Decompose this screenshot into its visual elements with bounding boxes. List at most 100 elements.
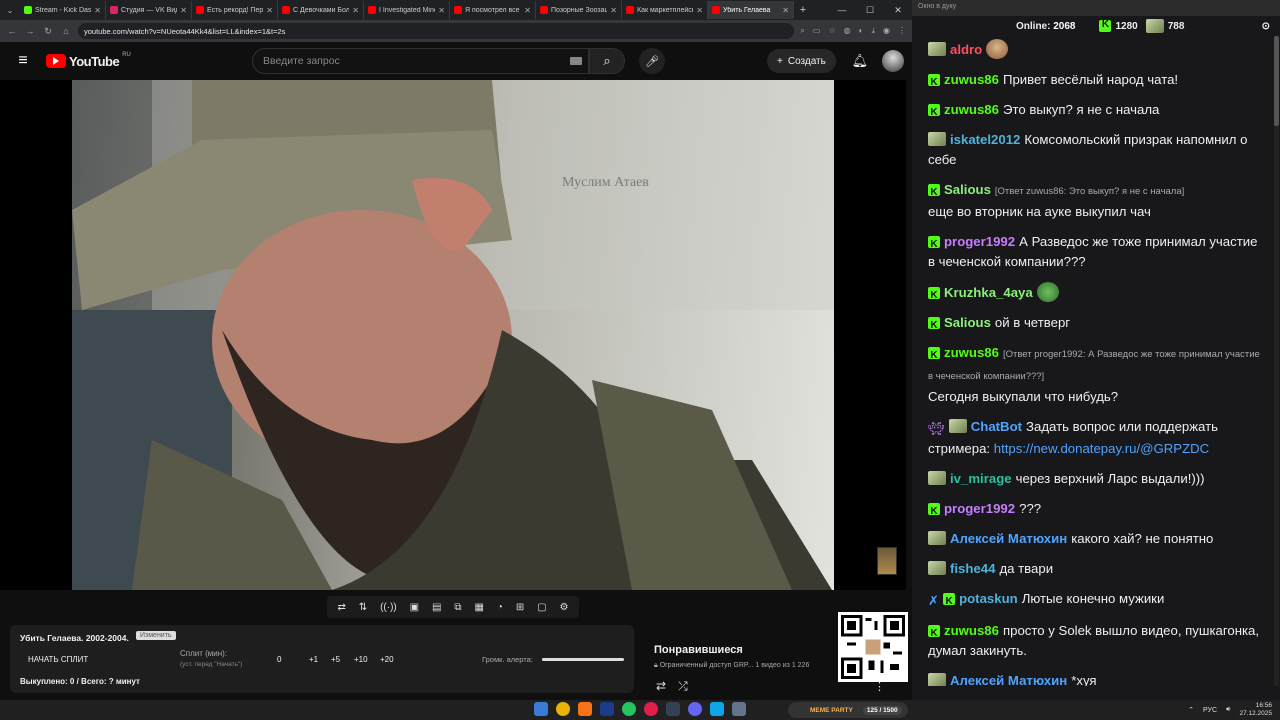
browser-tab[interactable]: Есть рекорд! Пере ✕ — [192, 1, 278, 19]
app-icon[interactable] — [732, 702, 746, 716]
chat-username[interactable]: ChatBot — [971, 419, 1022, 434]
menu-dots-icon[interactable]: ⋮ — [898, 26, 906, 36]
discord-icon[interactable] — [666, 702, 680, 716]
profile-icon[interactable]: ◉ — [883, 26, 890, 36]
tab-close-icon[interactable]: ✕ — [438, 6, 445, 15]
start-windows-icon[interactable] — [534, 702, 548, 716]
alert-volume-slider[interactable] — [542, 658, 624, 661]
files-icon[interactable] — [578, 702, 592, 716]
close-window-icon[interactable]: ✕ — [884, 5, 912, 16]
browser-tab[interactable]: Убить Гелаева ✕ — [708, 1, 794, 19]
settings-gear-icon[interactable]: ⚙ — [560, 602, 569, 613]
zoom-icon[interactable]: ⌕ — [800, 26, 804, 36]
subtitles-icon[interactable]: ▦ — [474, 602, 483, 613]
chat-username[interactable]: Алексей Матюхин — [950, 673, 1067, 686]
browser-tab[interactable]: Как маркетплейсы ✕ — [622, 1, 708, 19]
chrome-icon[interactable] — [556, 702, 570, 716]
home-icon[interactable]: ⌂ — [60, 26, 72, 36]
tab-close-icon[interactable]: ✕ — [610, 6, 617, 15]
browser-tab[interactable]: Студия — VK Видео✕ — [106, 1, 192, 19]
extension-icon-2[interactable]: ◐ — [859, 26, 864, 36]
shuffle-icon[interactable]: ⤮ — [678, 679, 688, 694]
media-player-icon[interactable] — [688, 702, 702, 716]
tray-chevron-icon[interactable]: ⌃ — [1188, 706, 1194, 714]
download-icon[interactable]: ⤓ — [871, 26, 875, 36]
start-split-button[interactable]: НАЧАТЬ СПЛИТ — [28, 655, 88, 664]
volume-icon[interactable]: 🔊︎ — [1226, 706, 1230, 714]
split-plus-1-button[interactable]: +1 — [309, 655, 318, 664]
search-button[interactable]: ⌕ — [589, 48, 625, 74]
forward-icon[interactable]: → — [24, 26, 36, 36]
tab-close-icon[interactable]: ✕ — [352, 6, 359, 15]
tab-close-icon[interactable]: ✕ — [266, 6, 273, 15]
cast-icon[interactable]: ▭ — [813, 26, 821, 36]
tab-close-icon[interactable]: ✕ — [782, 6, 789, 15]
reload-icon[interactable]: ↻ — [42, 26, 54, 37]
keyboard-icon[interactable] — [570, 57, 582, 65]
create-button[interactable]: + Создать — [767, 49, 836, 73]
video-frame[interactable] — [72, 80, 834, 590]
avatar[interactable] — [881, 50, 904, 72]
chat-username[interactable]: zuwus86 — [944, 72, 999, 87]
extension-icon[interactable]: ◍ — [844, 26, 851, 36]
loop-playlist-icon[interactable]: ⇄ — [656, 679, 666, 694]
watch-icon[interactable]: ▣ — [410, 602, 419, 613]
maximize-icon[interactable]: ☐ — [856, 5, 884, 16]
speed-icon[interactable]: ◔ — [497, 602, 503, 613]
steam-icon[interactable] — [600, 702, 614, 716]
browser-tab[interactable]: Stream - Kick Dash ✕ — [20, 1, 106, 19]
browser-tab[interactable]: Я посмотрел все с ✕ — [450, 1, 536, 19]
tab-close-icon[interactable]: ✕ — [524, 6, 531, 15]
lang-indicator[interactable]: РУС — [1203, 707, 1217, 714]
chat-username[interactable]: fishe44 — [950, 561, 995, 576]
voice-search-icon[interactable]: 🎤︎ — [639, 48, 665, 74]
tab-close-icon[interactable]: ✕ — [696, 6, 703, 15]
chat-username[interactable]: Kruzhka_4aya — [944, 285, 1033, 300]
sort-icon[interactable]: ⇅ — [359, 602, 367, 613]
youtube-logo[interactable]: YouTube RU — [46, 52, 252, 69]
chat-username[interactable]: iskatel2012 — [950, 132, 1020, 147]
meme-party-widget[interactable]: MEME PARTY 125 / 1500 — [788, 702, 908, 718]
add-box-icon[interactable]: ⊞ — [516, 602, 524, 613]
chat-username[interactable]: iv_mirage — [950, 471, 1012, 486]
bookmark-star-icon[interactable]: ☆ — [828, 26, 835, 36]
tab-close-icon[interactable]: ✕ — [180, 6, 187, 15]
minimize-icon[interactable]: — — [828, 5, 856, 16]
screenshot-icon[interactable]: ▢ — [537, 602, 546, 613]
notifications-bell-icon[interactable]: 🔔︎ — [848, 53, 872, 69]
browser-tab[interactable]: I Investigated Mine ✕ — [364, 1, 450, 19]
chat-message-list[interactable]: aldrozuwus86Привет весёлый народ чата!zu… — [922, 36, 1268, 686]
chat-username[interactable]: aldro — [950, 42, 982, 57]
more-actions-icon[interactable]: ⋮ — [874, 680, 885, 693]
split-plus-5-button[interactable]: +5 — [331, 655, 340, 664]
hamburger-menu-icon[interactable]: ≡ — [0, 52, 46, 70]
new-tab-button[interactable]: + — [794, 4, 812, 16]
film-icon[interactable]: ▤ — [432, 602, 441, 613]
edit-chip[interactable]: Изменить — [136, 631, 176, 640]
chat-link[interactable]: https://new.donatepay.ru/@GRPZDC — [994, 441, 1209, 456]
obs-icon[interactable] — [644, 702, 658, 716]
chat-username[interactable]: Salious — [944, 182, 991, 197]
chat-username[interactable]: zuwus86 — [944, 102, 999, 117]
playlist-title[interactable]: Понравившиеся — [654, 644, 743, 656]
chat-scrollbar[interactable] — [1274, 36, 1279, 686]
split-value-0[interactable]: 0 — [277, 655, 281, 664]
split-plus-10-button[interactable]: +10 — [354, 655, 368, 664]
back-icon[interactable]: ← — [6, 26, 18, 36]
picture-in-picture-icon[interactable]: ⧉ — [454, 602, 461, 613]
spotify-icon[interactable] — [622, 702, 636, 716]
chat-username[interactable]: Алексей Матюхин — [950, 531, 1067, 546]
broadcast-icon[interactable]: ((·)) — [380, 602, 397, 613]
browser-tab[interactable]: Позорные Зоозащ ✕ — [536, 1, 622, 19]
search-input[interactable]: Введите запрос — [252, 48, 589, 74]
chat-username[interactable]: Salious — [944, 315, 991, 330]
loop-icon[interactable]: ⇄ — [337, 602, 345, 613]
chat-settings-icon[interactable]: ⊙ — [1262, 21, 1270, 32]
split-plus-20-button[interactable]: +20 — [380, 655, 394, 664]
chat-username[interactable]: zuwus86 — [944, 623, 999, 638]
chat-username[interactable]: zuwus86 — [944, 345, 999, 360]
tab-search-icon[interactable]: ⌄ — [0, 0, 20, 20]
chat-username[interactable]: potaskun — [959, 591, 1018, 606]
chat-username[interactable]: proger1992 — [944, 234, 1015, 249]
url-field[interactable]: youtube.com/watch?v=NUeota44Kk4&list=LL&… — [78, 23, 795, 39]
